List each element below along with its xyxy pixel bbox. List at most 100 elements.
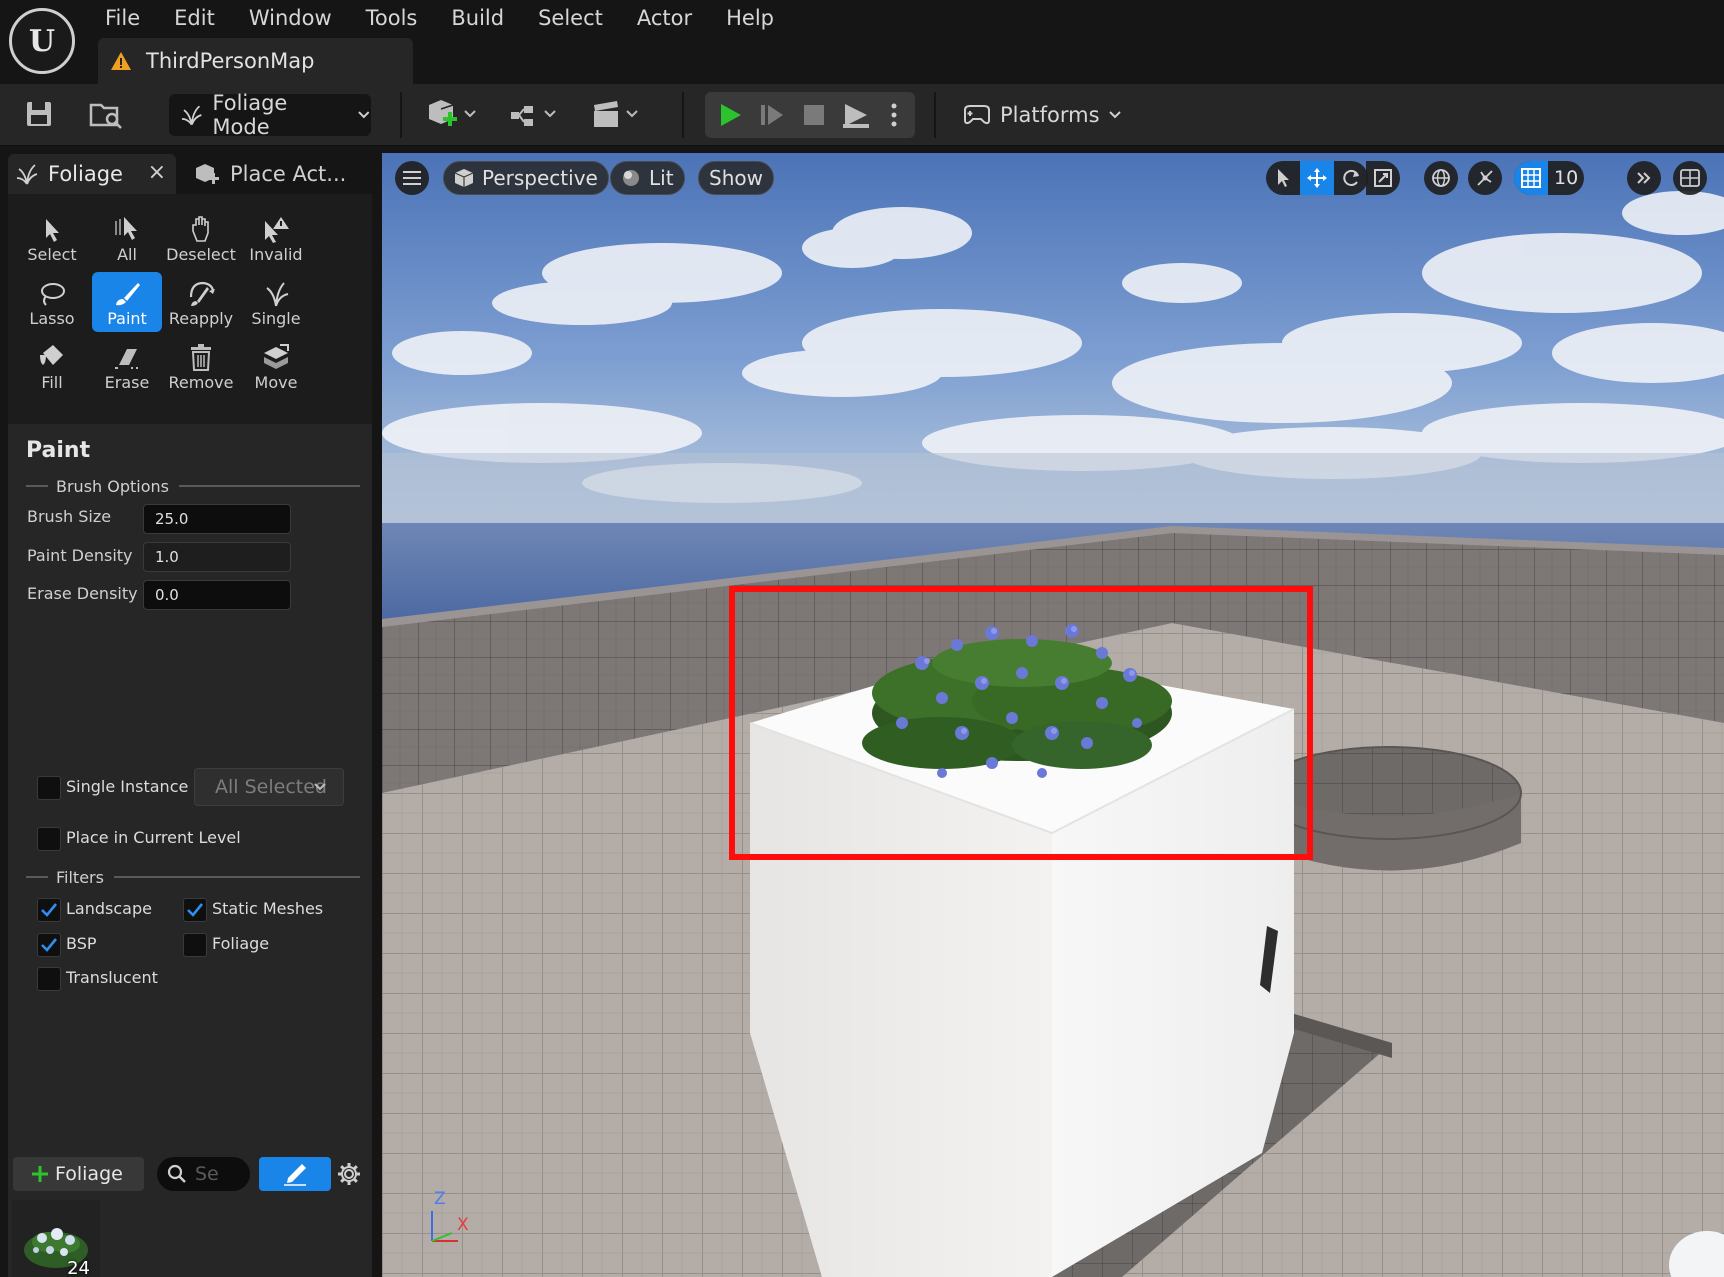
- tool-single[interactable]: Single: [241, 272, 311, 332]
- filter-bsp-label: BSP: [66, 934, 97, 953]
- tool-select[interactable]: Select: [17, 208, 87, 268]
- eraser-icon: [115, 349, 138, 369]
- grid-snap-icon[interactable]: [1514, 161, 1548, 195]
- viewport-layout-icon[interactable]: [1673, 161, 1707, 195]
- play-icon[interactable]: [713, 98, 747, 132]
- place-current-level-label: Place in Current Level: [66, 828, 241, 847]
- axis-gizmo: Z X: [422, 1189, 482, 1249]
- deselect-hand-icon: [192, 216, 209, 242]
- title-bar: U File Edit Window Tools Build Select Ac…: [0, 0, 1724, 84]
- scale-tool: [1366, 161, 1400, 195]
- tool-move[interactable]: Move: [241, 336, 311, 396]
- perspective-button[interactable]: Perspective: [443, 161, 609, 195]
- rotate-icon[interactable]: [1334, 161, 1368, 195]
- paint-brush-icon: [116, 283, 140, 306]
- gear-icon[interactable]: [337, 1162, 361, 1190]
- scale-icon[interactable]: [1366, 161, 1400, 195]
- tool-reapply[interactable]: Reapply: [166, 272, 236, 332]
- tool-invalid[interactable]: Invalid: [241, 208, 311, 268]
- close-tab-icon[interactable]: ×: [148, 160, 166, 185]
- menu-help[interactable]: Help: [709, 4, 791, 32]
- search-icon: [167, 1164, 186, 1183]
- save-icon[interactable]: [22, 97, 56, 131]
- level-viewport[interactable]: Perspective Lit Show 10 Z X: [382, 153, 1724, 1277]
- add-actor-icon[interactable]: [424, 96, 482, 134]
- add-foliage-button[interactable]: Foliage: [13, 1157, 144, 1191]
- toolbar-separator: [400, 92, 402, 138]
- foliage-icon: [16, 164, 38, 185]
- show-flags-button[interactable]: Show: [698, 161, 774, 195]
- menu-select[interactable]: Select: [521, 4, 620, 32]
- expand-toolbar-icon[interactable]: [1627, 161, 1661, 195]
- toolbar-separator: [934, 92, 936, 138]
- view-mode-lit-button[interactable]: Lit: [610, 161, 685, 195]
- tool-erase[interactable]: Erase: [92, 336, 162, 396]
- stop-icon[interactable]: [797, 98, 831, 132]
- brush-size-field[interactable]: 25.0: [143, 504, 291, 534]
- checkmark-icon: [41, 938, 58, 952]
- step-forward-icon[interactable]: [755, 98, 789, 132]
- foliage-panel: Foliage × Place Act... Select All Desele…: [0, 146, 376, 1277]
- transform-tools: [1266, 161, 1368, 195]
- filter-landscape-checkbox[interactable]: [37, 898, 61, 922]
- foliage-instance-count: 24: [67, 1258, 90, 1277]
- menu-build[interactable]: Build: [434, 4, 521, 32]
- tool-fill[interactable]: Fill: [17, 336, 87, 396]
- single-icon: [266, 282, 289, 307]
- filter-translucent-checkbox[interactable]: [37, 967, 61, 991]
- browse-content-icon[interactable]: [86, 97, 126, 131]
- toolbar-separator: [682, 92, 684, 138]
- level-tab[interactable]: ThirdPersonMap: [98, 38, 413, 84]
- viewport-menu-icon[interactable]: [395, 161, 429, 195]
- more-options-icon[interactable]: [881, 98, 907, 132]
- paint-density-label: Paint Density: [27, 546, 133, 565]
- world-local-icon[interactable]: [1424, 161, 1458, 195]
- unreal-logo-icon[interactable]: U: [9, 8, 75, 74]
- tool-remove[interactable]: Remove: [166, 336, 236, 396]
- foliage-search-input[interactable]: Se: [157, 1157, 250, 1191]
- blueprint-icon[interactable]: [506, 96, 564, 134]
- tab-foliage[interactable]: Foliage ×: [8, 154, 176, 194]
- single-instance-dropdown[interactable]: All Selected: [194, 768, 344, 806]
- filter-bsp-checkbox[interactable]: [37, 933, 61, 957]
- paint-density-field[interactable]: 1.0: [143, 542, 291, 572]
- platforms-label: Platforms: [1000, 103, 1100, 127]
- foliage-asset-thumbnail[interactable]: 24: [12, 1200, 100, 1277]
- tool-deselect[interactable]: Deselect: [166, 208, 236, 268]
- eject-possess-icon[interactable]: [839, 98, 873, 132]
- tab-place-actors[interactable]: Place Act...: [192, 154, 346, 194]
- translate-icon[interactable]: [1300, 161, 1334, 195]
- place-current-level-checkbox[interactable]: [37, 827, 61, 851]
- tool-lasso[interactable]: Lasso: [17, 272, 87, 332]
- erase-density-field[interactable]: 0.0: [143, 580, 291, 610]
- select-mode-icon[interactable]: [1266, 161, 1300, 195]
- grid-snap-value[interactable]: 10: [1548, 167, 1578, 189]
- level-tab-label: ThirdPersonMap: [146, 49, 315, 73]
- filter-translucent-label: Translucent: [66, 968, 158, 987]
- checkmark-icon: [41, 903, 58, 917]
- single-instance-checkbox[interactable]: [37, 776, 61, 800]
- play-controls: [705, 92, 915, 138]
- menu-actor[interactable]: Actor: [620, 4, 709, 32]
- panel-tabs: Foliage × Place Act...: [0, 146, 376, 194]
- menu-file[interactable]: File: [88, 4, 157, 32]
- menu-window[interactable]: Window: [232, 4, 349, 32]
- cinematics-clapper-icon[interactable]: [588, 96, 646, 134]
- paint-filter-toggle[interactable]: [259, 1157, 331, 1191]
- select-arrow-icon: [46, 219, 59, 242]
- menu-bar: File Edit Window Tools Build Select Acto…: [88, 4, 791, 32]
- highlight-rectangle: [729, 586, 1313, 860]
- menu-tools[interactable]: Tools: [349, 4, 435, 32]
- chevron-down-icon: [314, 783, 326, 791]
- paint-settings: Paint Brush Options Brush Size 25.0 Pain…: [8, 424, 372, 1277]
- filters-header: Filters: [26, 867, 360, 887]
- foliage-mode-icon: [181, 105, 202, 126]
- surface-snap-icon[interactable]: [1468, 161, 1502, 195]
- mode-selector-button[interactable]: Foliage Mode: [169, 91, 371, 139]
- tool-paint[interactable]: Paint: [92, 272, 162, 332]
- filter-foliage-checkbox[interactable]: [183, 933, 207, 957]
- menu-edit[interactable]: Edit: [157, 4, 232, 32]
- tool-select-all[interactable]: All: [92, 208, 162, 268]
- filter-static-meshes-checkbox[interactable]: [183, 898, 207, 922]
- platforms-button[interactable]: Platforms: [962, 96, 1122, 134]
